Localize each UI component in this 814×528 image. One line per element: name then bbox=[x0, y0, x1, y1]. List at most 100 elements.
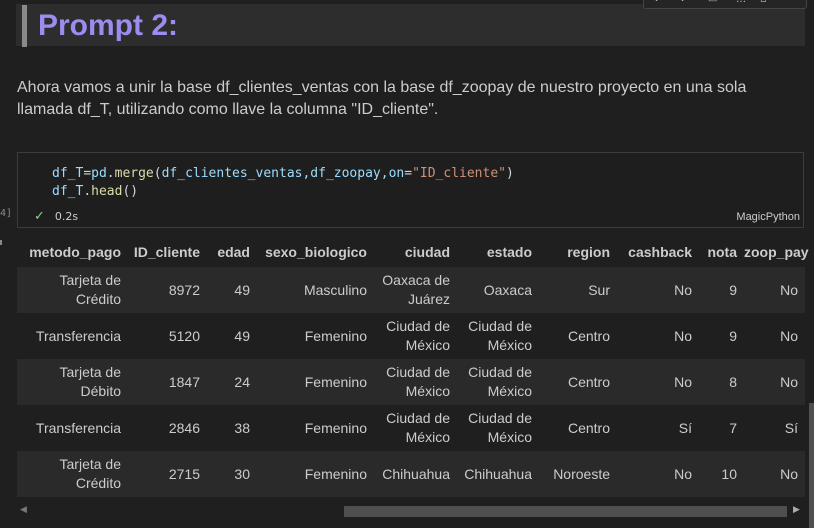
code-token: . bbox=[83, 184, 92, 199]
markdown-paragraph: Ahora vamos a unir la base df_clientes_v… bbox=[17, 79, 747, 118]
code-line-2[interactable]: df_T.head() bbox=[52, 183, 138, 201]
run-above-icon[interactable]: ✓ bbox=[654, 0, 662, 5]
table-cell: No bbox=[617, 267, 699, 313]
table-cell: Chihuahua bbox=[374, 451, 457, 497]
column-header: sexo_biologico bbox=[257, 237, 374, 267]
table-cell: No bbox=[744, 267, 805, 313]
cell-toolbar: ✓ ✓ ▭ … ▫ bbox=[643, 0, 807, 9]
table-row: Transferencia 2846 38 Femenino Ciudad de Méx… bbox=[17, 405, 805, 451]
table-cell: Transferencia bbox=[17, 405, 128, 451]
table-cell: 5120 bbox=[128, 313, 207, 359]
table-header-row: metodo_pago ID_cliente edad sexo_biologico c… bbox=[17, 237, 809, 267]
column-header: metodo_pago bbox=[17, 237, 128, 267]
table-cell: Oaxaca de Juárez bbox=[374, 267, 457, 313]
table-cell: 2715 bbox=[128, 451, 207, 497]
table-row: Transferencia 5120 49 Femenino Ciudad de Méx… bbox=[17, 313, 805, 359]
code-token: df_T bbox=[52, 184, 84, 199]
table-cell: Sur bbox=[539, 267, 617, 313]
table-cell: Tarjeta de Crédito bbox=[17, 451, 128, 497]
execution-status: ✓ 0.2s bbox=[34, 209, 78, 224]
execution-count: 4] bbox=[0, 208, 13, 219]
code-token: "ID_cliente" bbox=[412, 166, 506, 181]
code-token: () bbox=[122, 184, 139, 199]
table-cell: 49 bbox=[207, 313, 257, 359]
table-cell: Tarjeta de Débito bbox=[17, 359, 128, 405]
table-cell: Oaxaca bbox=[457, 267, 539, 313]
table-cell: Tarjeta de Crédito bbox=[17, 267, 128, 313]
chevron-left-icon[interactable]: ◀ bbox=[20, 505, 27, 515]
column-header: zoop_pay bbox=[744, 237, 809, 267]
table-cell: 8 bbox=[699, 359, 744, 405]
table-cell: No bbox=[744, 359, 805, 405]
chevron-right-icon[interactable]: ▶ bbox=[793, 505, 800, 515]
table-cell: 9 bbox=[699, 313, 744, 359]
table-cell: No bbox=[744, 451, 805, 497]
code-token: . bbox=[106, 166, 115, 181]
more-actions-icon[interactable]: … bbox=[736, 0, 746, 5]
table-row: Tarjeta de Crédito 8972 49 Masculino Oaxaca … bbox=[17, 267, 805, 313]
table-cell: Transferencia bbox=[17, 313, 128, 359]
column-header: ciudad bbox=[374, 237, 457, 267]
table-cell: Femenino bbox=[257, 313, 374, 359]
check-icon: ✓ bbox=[34, 209, 45, 224]
output-marker bbox=[0, 240, 2, 245]
table-cell: 2846 bbox=[128, 405, 207, 451]
table-cell: 7 bbox=[699, 405, 744, 451]
prompt-heading: Prompt 2: bbox=[38, 9, 179, 42]
column-header: nota bbox=[699, 237, 744, 267]
horizontal-scroll-thumb[interactable] bbox=[344, 506, 787, 517]
code-token: ) bbox=[505, 166, 514, 181]
code-token: pd bbox=[91, 166, 107, 181]
column-header: ID_cliente bbox=[128, 237, 207, 267]
table-cell: Ciudad de México bbox=[374, 405, 457, 451]
run-below-icon[interactable]: ✓ bbox=[680, 0, 688, 5]
code-token: head bbox=[91, 184, 123, 199]
heading-accent-bar bbox=[22, 5, 27, 47]
table-row: Tarjeta de Crédito 2715 30 Femenino Chihuahu… bbox=[17, 451, 805, 497]
table-cell: No bbox=[617, 451, 699, 497]
vertical-scroll-thumb[interactable] bbox=[809, 403, 814, 528]
table-cell: 10 bbox=[699, 451, 744, 497]
table-cell: Sí bbox=[617, 405, 699, 451]
code-line-1[interactable]: df_T=pd.merge(df_clientes_ventas,df_zoop… bbox=[52, 165, 514, 183]
table-cell: Sí bbox=[744, 405, 805, 451]
table-cell: Masculino bbox=[257, 267, 374, 313]
execution-time: 0.2s bbox=[54, 210, 79, 223]
code-token: on bbox=[388, 166, 405, 181]
table-cell: Ciudad de México bbox=[374, 313, 457, 359]
table-cell: Centro bbox=[539, 313, 617, 359]
column-header: edad bbox=[207, 237, 257, 267]
dataframe-output: metodo_pago ID_cliente edad sexo_biologico c… bbox=[17, 237, 809, 497]
table-cell: No bbox=[617, 313, 699, 359]
table-cell: Ciudad de México bbox=[457, 405, 539, 451]
table-cell: Ciudad de México bbox=[457, 313, 539, 359]
table-cell: Femenino bbox=[257, 451, 374, 497]
table-cell: No bbox=[744, 313, 805, 359]
code-token: merge bbox=[114, 166, 154, 181]
column-header: region bbox=[539, 237, 617, 267]
table-cell: Ciudad de México bbox=[457, 359, 539, 405]
table-body: Tarjeta de Crédito 8972 49 Masculino Oaxaca … bbox=[17, 267, 805, 497]
table-cell: Chihuahua bbox=[457, 451, 539, 497]
table-cell: Centro bbox=[539, 359, 617, 405]
table-cell: 49 bbox=[207, 267, 257, 313]
split-cell-icon[interactable]: ▭ bbox=[708, 0, 717, 5]
table-cell: 9 bbox=[699, 267, 744, 313]
table-cell: Femenino bbox=[257, 359, 374, 405]
column-header: cashback bbox=[617, 237, 699, 267]
table-cell: Noroeste bbox=[539, 451, 617, 497]
delete-cell-icon[interactable]: ▫ bbox=[760, 0, 767, 5]
code-token: ( bbox=[153, 166, 162, 181]
table-cell: Ciudad de México bbox=[374, 359, 457, 405]
code-token: = bbox=[83, 166, 92, 181]
table-cell: No bbox=[617, 359, 699, 405]
column-header: estado bbox=[457, 237, 539, 267]
language-label[interactable]: MagicPython bbox=[736, 211, 800, 223]
code-token: df_clientes_ventas,df_zoopay, bbox=[161, 166, 389, 181]
table-cell: 1847 bbox=[128, 359, 207, 405]
code-token: df_T bbox=[52, 166, 84, 181]
table-cell: Centro bbox=[539, 405, 617, 451]
table-cell: 24 bbox=[207, 359, 257, 405]
table-cell: 30 bbox=[207, 451, 257, 497]
table-row: Tarjeta de Débito 1847 24 Femenino Ciudad de… bbox=[17, 359, 805, 405]
